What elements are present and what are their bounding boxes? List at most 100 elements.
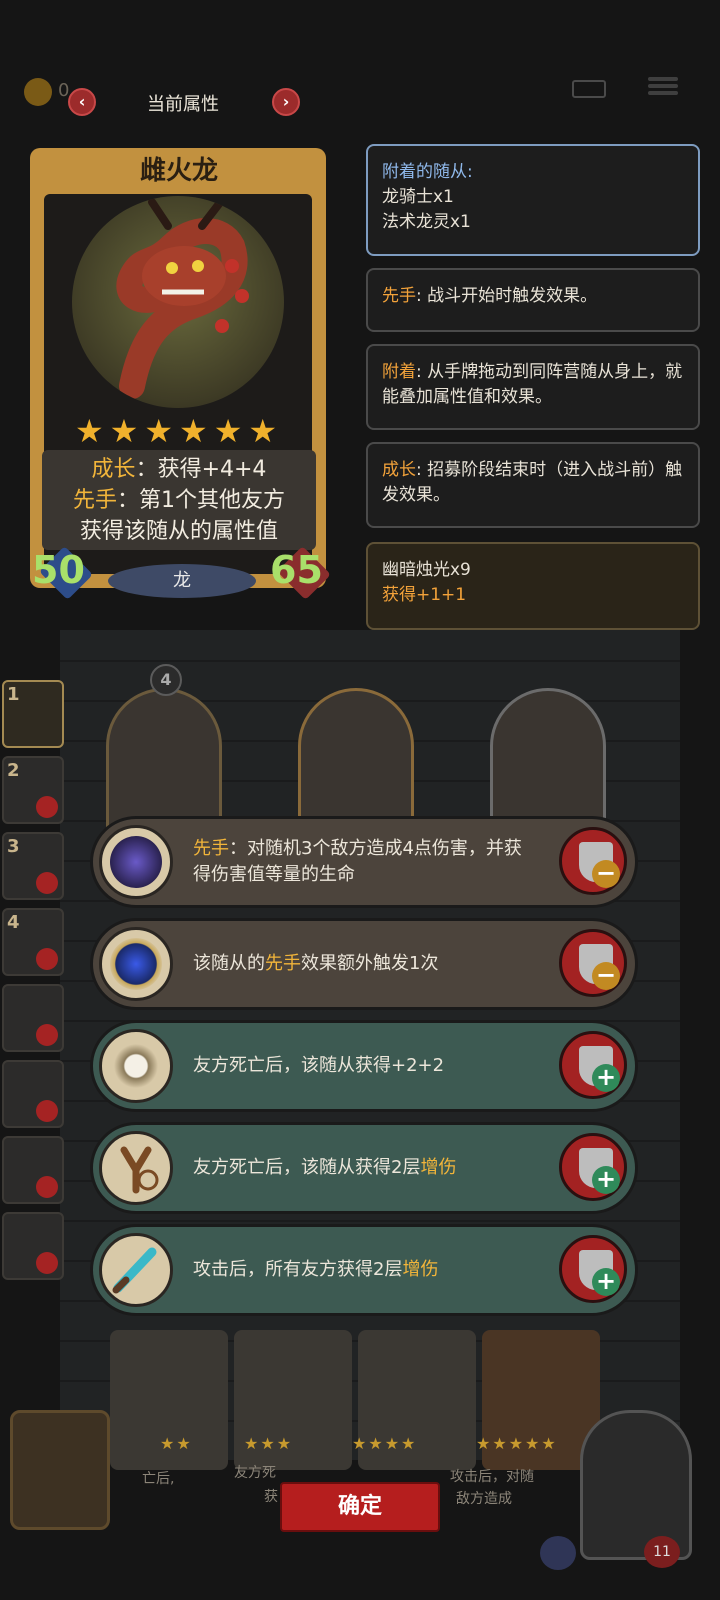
- hand-slot[interactable]: [2, 1212, 64, 1280]
- effect-description: 攻击后，所有友方获得2层: [193, 1259, 403, 1280]
- desc-line: 获得该随从的属性值: [79, 519, 278, 544]
- plus-icon: +: [592, 1064, 620, 1092]
- effect-text: 友方死亡后，该随从获得+2+2: [193, 1023, 533, 1109]
- effect-row: 友方死亡后，该随从获得2层增伤 +: [90, 1122, 638, 1214]
- keyword-growth: 成长: [91, 457, 136, 482]
- keyword-label: 成长: [382, 460, 416, 480]
- tribe-badge: 龙: [108, 564, 256, 598]
- desc-text: ：第1个其他友方: [117, 488, 285, 513]
- add-effect-button[interactable]: +: [559, 1235, 627, 1303]
- skull-icon: [36, 872, 58, 894]
- star-rating: ★★★★★★: [74, 412, 284, 450]
- attached-item: 龙骑士x1: [382, 187, 454, 207]
- keyword-text: : 从手牌拖动到同阵营随从身上，就能叠加属性值和效果。: [382, 362, 683, 407]
- page-title: 当前属性: [147, 94, 219, 115]
- minus-icon: −: [592, 860, 620, 888]
- keyword-panel-attach: 附着: 从手牌拖动到同阵营随从身上，就能叠加属性值和效果。: [366, 344, 700, 430]
- pocket-watch-icon: [99, 1029, 173, 1103]
- hand-slot-number: 3: [7, 836, 20, 857]
- shop-card-stars: ★★★★★: [476, 1434, 558, 1453]
- hand-slot[interactable]: [2, 984, 64, 1052]
- hand-slot[interactable]: 1: [2, 680, 64, 748]
- top-bar: 0 ‹ 当前属性 ›: [0, 0, 720, 130]
- effect-row: 攻击后，所有友方获得2层增伤 +: [90, 1224, 638, 1316]
- minus-icon: −: [592, 962, 620, 990]
- keyword-first-strike: 先手: [72, 488, 117, 513]
- minion-card: 雌火龙 ★★★★★★ 成长：获得+4+4 先手：第1个其他友方 获得该随从的属性…: [24, 138, 334, 608]
- add-effect-button[interactable]: +: [559, 1133, 627, 1201]
- skull-icon: [36, 1252, 58, 1274]
- dragon-portrait: [72, 196, 284, 408]
- effect-text: 友方死亡后，该随从获得2层增伤: [193, 1125, 533, 1211]
- attached-minions-panel: 附着的随从: 龙骑士x1 法术龙灵x1: [366, 144, 700, 256]
- minion-name: 雌火龙: [139, 156, 218, 186]
- shop-card-text: 友方死: [234, 1465, 276, 1481]
- armor-icon: [540, 1536, 576, 1570]
- effect-description: 友方死亡后，该随从获得2层: [193, 1157, 421, 1178]
- card-description: 成长：获得+4+4 先手：第1个其他友方 获得该随从的属性值: [42, 450, 316, 550]
- add-effect-button[interactable]: +: [559, 1031, 627, 1099]
- next-arrow-button[interactable]: ›: [272, 88, 300, 116]
- buff-name: 幽暗烛光x9: [382, 560, 471, 580]
- keyword-panel-first-strike: 先手: 战斗开始时触发效果。: [366, 268, 700, 332]
- effect-keyword: 增伤: [420, 1157, 457, 1178]
- keyword-panel-growth: 成长: 招募阶段结束时（进入战斗前）触发效果。: [366, 442, 700, 528]
- slingshot-icon: [99, 1131, 173, 1205]
- effect-keyword: 增伤: [402, 1259, 439, 1280]
- health-value: 65: [270, 548, 323, 592]
- plus-icon: +: [592, 1166, 620, 1194]
- hand-slot[interactable]: 3: [2, 832, 64, 900]
- hand-slot-number: 1: [7, 684, 20, 705]
- battery-icon: [572, 80, 606, 98]
- blue-orb-icon: [99, 927, 173, 1001]
- purple-vortex-icon: [99, 825, 173, 899]
- shop-card-stars: ★★★: [244, 1434, 294, 1453]
- hand-slot[interactable]: 4: [2, 908, 64, 976]
- hand-slot[interactable]: [2, 1136, 64, 1204]
- skull-icon: [36, 1176, 58, 1198]
- hero-portrait: [10, 1410, 110, 1530]
- keyword-text: : 招募阶段结束时（进入战斗前）触发效果。: [382, 460, 683, 505]
- desc-text: ：获得+4+4: [135, 457, 267, 482]
- desc-line: 先手：第1个其他友方: [42, 485, 316, 516]
- shop-card-text: 敌方造成: [456, 1491, 512, 1507]
- hand-sidebar: 1 2 3 4: [0, 680, 64, 1300]
- keyword-label: 附着: [382, 362, 416, 382]
- plus-icon: +: [592, 1268, 620, 1296]
- hand-slot[interactable]: 2: [2, 756, 64, 824]
- effect-keyword: 先手: [193, 838, 229, 859]
- unit-level-badge: 4: [150, 664, 182, 696]
- opponent-portrait: [580, 1410, 692, 1560]
- effect-description: 效果额外触发1次: [301, 953, 439, 974]
- remove-effect-button[interactable]: −: [559, 827, 627, 895]
- effect-row: 先手：对随机3个敌方造成4点伤害，并获得伤害值等量的生命 −: [90, 816, 638, 908]
- shop-card-stars: ★★★★: [352, 1434, 418, 1453]
- buff-panel: 幽暗烛光x9 获得+1+1: [366, 542, 700, 630]
- effect-description: ：对随机3个敌方造成4点伤害，并获得伤害值等量的生命: [193, 838, 522, 885]
- effect-text: 攻击后，所有友方获得2层增伤: [193, 1227, 533, 1313]
- remove-effect-button[interactable]: −: [559, 929, 627, 997]
- attached-item: 法术龙灵x1: [382, 212, 471, 232]
- menu-icon[interactable]: [648, 74, 678, 102]
- effect-description: 该随从的: [193, 953, 265, 974]
- hand-slot[interactable]: [2, 1060, 64, 1128]
- keyword-text: : 战斗开始时触发效果。: [416, 286, 598, 306]
- shop-card-text: 亡后,: [142, 1471, 175, 1487]
- skull-icon: [36, 1024, 58, 1046]
- attached-title: 附着的随从:: [382, 162, 473, 182]
- attack-value: 50: [32, 548, 85, 592]
- effect-text: 先手：对随机3个敌方造成4点伤害，并获得伤害值等量的生命: [193, 819, 533, 905]
- effect-text: 该随从的先手效果额外触发1次: [193, 921, 533, 1007]
- confirm-button[interactable]: 确定: [280, 1482, 440, 1532]
- skull-icon: [36, 796, 58, 818]
- effect-keyword: 先手: [265, 953, 301, 974]
- skull-icon: [36, 1100, 58, 1122]
- effect-row: 该随从的先手效果额外触发1次 −: [90, 918, 638, 1010]
- dragon-illustration: [116, 196, 249, 399]
- effect-description: 友方死亡后，该随从获得+2+2: [193, 1055, 445, 1076]
- hand-slot-number: 4: [7, 912, 20, 933]
- hand-slot-number: 2: [7, 760, 20, 781]
- dagger-icon: [99, 1233, 173, 1307]
- buff-effect: 获得+1+1: [382, 585, 467, 605]
- skull-icon: [36, 948, 58, 970]
